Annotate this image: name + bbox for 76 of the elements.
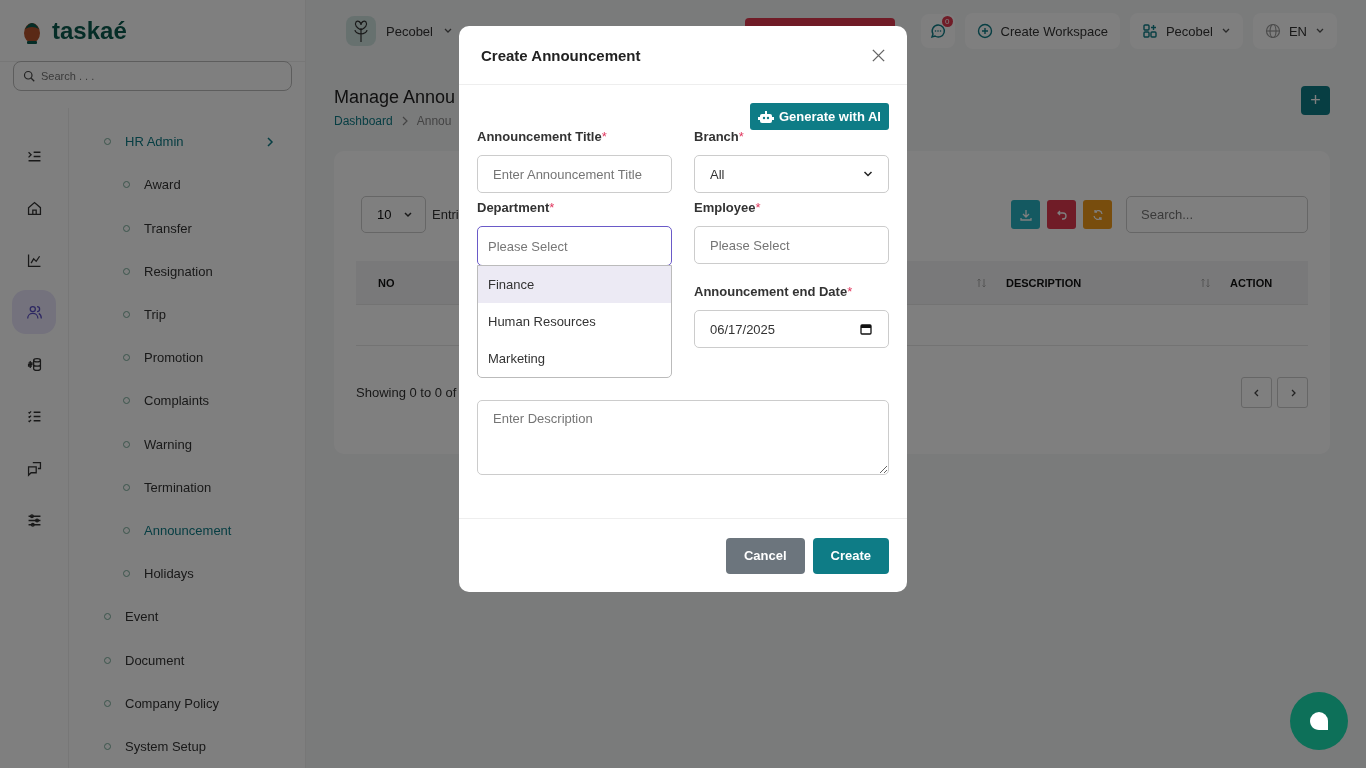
field-label: Department* — [477, 200, 556, 217]
workspace-switcher[interactable]: Pecobel — [346, 14, 463, 48]
close-icon[interactable] — [871, 47, 886, 63]
calendar-icon — [860, 323, 872, 335]
menu-item[interactable]: Document — [69, 638, 305, 682]
description-field[interactable]: Enter Description — [477, 400, 889, 475]
undo-icon — [1055, 208, 1068, 221]
dropdown-option[interactable]: Marketing — [478, 340, 671, 377]
entries-select[interactable]: 10 — [361, 196, 426, 233]
submenu-item[interactable]: Promotion — [69, 336, 305, 380]
column-header[interactable]: DESCRIPTION — [1006, 276, 1082, 289]
field-label: Announcement Title* — [477, 129, 608, 146]
chevron-icon — [265, 136, 275, 147]
select-field[interactable]: Please Select — [477, 226, 672, 266]
messages-button[interactable]: 0 — [920, 14, 955, 48]
page-title: Manage Annou — [334, 87, 456, 108]
menu-item[interactable]: Company Policy — [69, 681, 305, 725]
refresh-icon — [1091, 208, 1104, 221]
company-switcher[interactable]: Pecobel — [1129, 13, 1243, 49]
dropdown-option[interactable]: Human Resources — [478, 303, 671, 340]
menu-item[interactable]: System Setup — [69, 724, 305, 768]
dropdown-option[interactable]: Finance — [478, 266, 671, 303]
submenu-item[interactable]: Complaints — [69, 379, 305, 423]
users-nav-icon[interactable] — [12, 290, 56, 335]
submenu-item[interactable]: Warning — [69, 422, 305, 466]
robot-icon — [757, 108, 774, 125]
menu-item[interactable]: Event — [69, 595, 305, 639]
create-workspace-button[interactable]: Create Workspace — [964, 13, 1120, 49]
entries-label: Entri — [432, 207, 459, 222]
dialog-title: Create Announcement — [481, 46, 641, 64]
add-button[interactable]: + — [1301, 86, 1330, 115]
cancel-button[interactable]: Cancel — [725, 537, 805, 574]
download-button[interactable] — [1011, 200, 1040, 229]
submenu-item[interactable]: Announcement — [69, 508, 305, 553]
next-page-button[interactable] — [1277, 377, 1308, 408]
previous-page-button[interactable] — [1241, 377, 1272, 408]
pagination-info: Showing 0 to 0 of — [356, 385, 457, 400]
submenu-item[interactable]: Trip — [69, 292, 305, 337]
chat-button[interactable] — [1290, 692, 1348, 750]
menu-item[interactable]: HR Admin — [69, 120, 305, 164]
generate-ai-button[interactable]: Generate with AI — [749, 103, 889, 130]
chat-bubble-icon — [1308, 710, 1330, 732]
globe-icon — [1264, 23, 1281, 39]
grid-plus-icon — [1141, 23, 1158, 39]
select-field[interactable]: All — [694, 155, 889, 193]
table-search-field[interactable]: Search... — [1126, 196, 1308, 233]
submenu-item[interactable]: Award — [69, 163, 305, 207]
submenu-item[interactable]: Termination — [69, 465, 305, 509]
refresh-button[interactable] — [1083, 200, 1112, 229]
chat-icon — [929, 23, 946, 39]
field-label: Announcement end Date* — [694, 284, 854, 301]
column-header[interactable]: NO — [378, 276, 395, 289]
plus-circle-icon — [976, 23, 993, 39]
input-field[interactable]: Enter Announcement Title — [477, 155, 672, 193]
field-label: Employee* — [694, 200, 762, 217]
breadcrumb-link[interactable]: Dashboard — [334, 114, 393, 128]
sort-icon[interactable] — [976, 276, 988, 289]
notification-badge: 0 — [942, 16, 953, 27]
search-field[interactable]: Search . . . — [13, 61, 292, 92]
submenu-item[interactable]: Holidays — [69, 552, 305, 596]
create-button[interactable]: Create — [812, 537, 889, 574]
chevron-down-icon — [863, 169, 873, 179]
search-icon — [23, 70, 35, 83]
field-label: Branch* — [694, 129, 745, 146]
tree-icon — [346, 16, 376, 46]
date-field[interactable]: 06/17/2025 — [694, 310, 889, 348]
download-icon — [1019, 208, 1032, 221]
input-field[interactable]: Please Select — [694, 226, 889, 264]
language-switcher[interactable]: EN — [1252, 13, 1337, 49]
brand-name: taskaé — [52, 16, 127, 45]
chevron-down-icon — [403, 209, 414, 220]
column-header[interactable]: ACTION — [1230, 276, 1273, 289]
undo-button[interactable] — [1047, 200, 1076, 229]
submenu-item[interactable]: Resignation — [69, 249, 305, 293]
sort-icon[interactable] — [1200, 276, 1212, 289]
submenu-item[interactable]: Transfer — [69, 206, 305, 250]
